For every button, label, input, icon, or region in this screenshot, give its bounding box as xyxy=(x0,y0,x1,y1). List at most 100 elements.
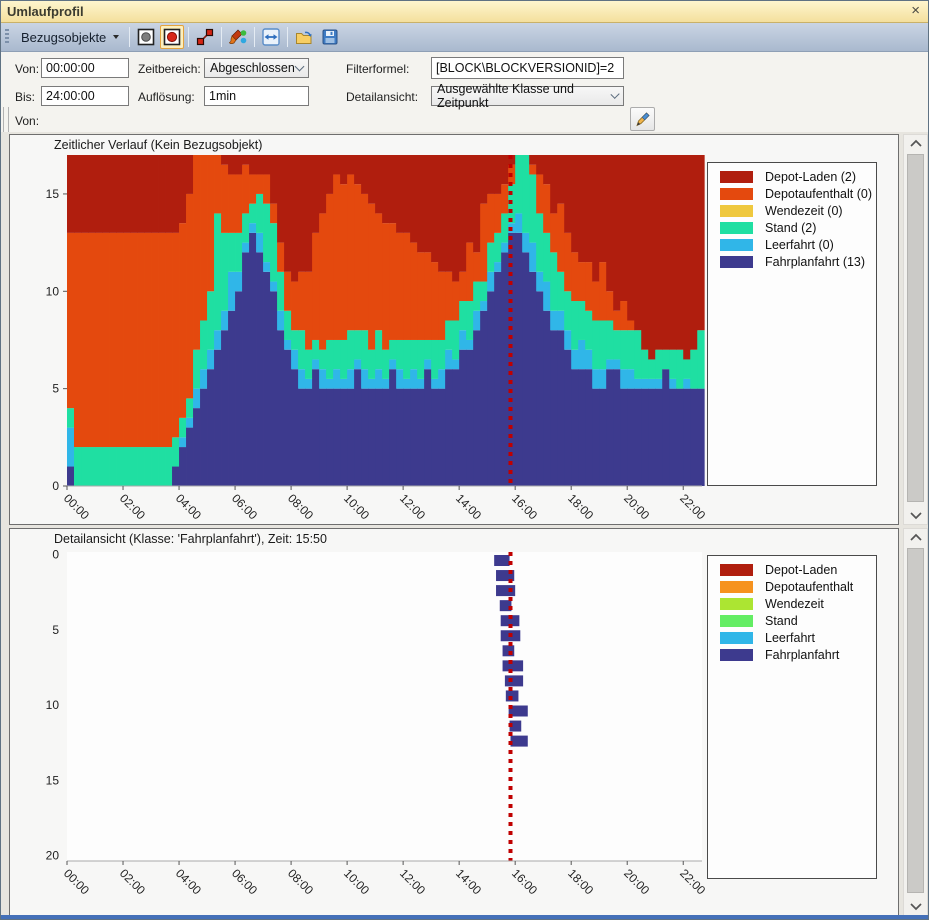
scroll-down-button[interactable] xyxy=(904,898,927,915)
x-tick-label: 06:00 xyxy=(229,491,260,522)
scroll-up-button[interactable] xyxy=(904,529,927,546)
connect-points-button[interactable] xyxy=(193,25,217,49)
bis-label: Bis: xyxy=(15,90,35,104)
x-tick-label: 14:00 xyxy=(453,866,484,897)
legend-label: Leerfahrt xyxy=(765,631,815,645)
legend-label: Depotaufenthalt (0) xyxy=(765,187,872,201)
x-tick-label: 18:00 xyxy=(565,866,596,897)
detailansicht-label: Detailansicht: xyxy=(346,90,418,104)
scroll-thumb[interactable] xyxy=(907,548,924,893)
window-title: Umlaufprofil xyxy=(7,4,84,19)
chevron-up-icon xyxy=(908,138,924,149)
legend-swatch xyxy=(720,581,753,593)
red-circle-icon xyxy=(163,28,181,46)
trip-bar xyxy=(511,736,528,747)
paintbrush-icon xyxy=(229,28,247,46)
legend-swatch xyxy=(720,615,753,627)
bezugsobjekte-button[interactable]: Bezugsobjekte xyxy=(14,27,126,48)
legend-entry: Depotaufenthalt (0) xyxy=(720,185,876,202)
detailansicht-panel: Detailansicht (Klasse: 'Fahrplanfahrt'),… xyxy=(9,528,899,916)
legend-swatch xyxy=(720,171,753,183)
open-folder-icon xyxy=(295,28,313,46)
legend-entry: Wendezeit (0) xyxy=(720,202,876,219)
y-tick-label: 15 xyxy=(46,773,60,787)
toolbar-grip-icon[interactable] xyxy=(5,29,9,45)
scroll-thumb[interactable] xyxy=(907,154,924,502)
x-tick-label: 22:00 xyxy=(677,491,708,522)
legend-entry: Stand (2) xyxy=(720,219,876,236)
legend-entry: Depot-Laden xyxy=(720,561,876,578)
aufloesung-input[interactable] xyxy=(204,86,309,106)
legend-entry: Depot-Laden (2) xyxy=(720,168,876,185)
scroll-up-button[interactable] xyxy=(904,135,927,152)
x-tick-label: 08:00 xyxy=(285,491,316,522)
bezugsobjekte-label: Bezugsobjekte xyxy=(21,30,106,45)
filterformel-edit-button[interactable] xyxy=(630,107,655,131)
zeitbereich-label: Zeitbereich: xyxy=(138,62,201,76)
toolbar-separator xyxy=(287,27,288,47)
x-tick-label: 02:00 xyxy=(117,491,148,522)
chart-title-top: Zeitlicher Verlauf (Kein Bezugsobjekt) xyxy=(54,138,262,152)
x-tick-label: 22:00 xyxy=(677,866,708,897)
legend-entry: Wendezeit xyxy=(720,595,876,612)
legend-entry: Leerfahrt (0) xyxy=(720,236,876,253)
x-tick-label: 00:00 xyxy=(61,491,92,522)
von-label: Von: xyxy=(15,62,39,76)
filterformel-label: Filterformel: xyxy=(346,62,409,76)
von-input[interactable] xyxy=(41,58,129,78)
x-tick-label: 06:00 xyxy=(229,866,260,897)
pencil-icon xyxy=(634,110,652,128)
zeitbereich-select[interactable]: Abgeschlossen xyxy=(204,58,309,78)
style-brush-button[interactable] xyxy=(226,25,250,49)
close-icon[interactable]: × xyxy=(911,2,920,19)
legend-swatch xyxy=(720,205,753,217)
x-tick-label: 16:00 xyxy=(509,866,540,897)
x-tick-label: 12:00 xyxy=(397,491,428,522)
x-tick-label: 08:00 xyxy=(285,866,316,897)
dropdown-caret-icon xyxy=(113,35,119,39)
aufloesung-label: Auflösung: xyxy=(138,90,195,104)
x-tick-label: 04:00 xyxy=(173,866,204,897)
legend-swatch xyxy=(720,598,753,610)
detailansicht-select[interactable]: Ausgewählte Klasse und Zeitpunkt xyxy=(431,86,624,106)
legend-entry: Leerfahrt xyxy=(720,629,876,646)
legend-label: Depot-Laden (2) xyxy=(765,170,856,184)
bis-input[interactable] xyxy=(41,86,129,106)
main-toolbar: Bezugsobjekte xyxy=(1,23,928,52)
scrollbar-top[interactable] xyxy=(903,134,928,525)
scrollbar-bottom[interactable] xyxy=(903,528,928,916)
von-label: Von: xyxy=(15,114,39,128)
open-button[interactable] xyxy=(292,25,316,49)
x-tick-label: 00:00 xyxy=(61,866,92,897)
legend-swatch xyxy=(720,649,753,661)
floppy-disk-icon xyxy=(321,28,339,46)
horizontal-arrows-icon xyxy=(262,28,280,46)
legend-swatch xyxy=(720,222,753,234)
legend-swatch xyxy=(720,256,753,268)
fit-width-button[interactable] xyxy=(259,25,283,49)
trip-bar xyxy=(494,555,509,566)
save-button[interactable] xyxy=(318,25,342,49)
legend-label: Depot-Laden xyxy=(765,563,837,577)
trip-bar xyxy=(503,660,524,671)
legend-label: Depotaufenthalt xyxy=(765,580,853,594)
y-tick-label: 20 xyxy=(46,849,60,863)
legend-label: Fahrplanfahrt (13) xyxy=(765,255,865,269)
filterformel-input[interactable] xyxy=(431,57,624,79)
legend-swatch xyxy=(720,239,753,251)
y-tick-label: 10 xyxy=(46,698,60,712)
legend-label: Wendezeit xyxy=(765,597,824,611)
y-tick-label: 5 xyxy=(52,623,59,637)
trip-bar xyxy=(505,675,523,686)
point-mode-button[interactable] xyxy=(134,25,158,49)
y-tick-label: 0 xyxy=(52,548,59,562)
selected-point-mode-button[interactable] xyxy=(160,25,184,49)
legend-label: Leerfahrt (0) xyxy=(765,238,834,252)
window-titlebar[interactable]: Umlaufprofil × xyxy=(1,1,928,23)
scroll-down-button[interactable] xyxy=(904,507,927,524)
window-bottom-edge xyxy=(1,915,928,919)
legend-swatch xyxy=(720,632,753,644)
legend-bottom: Depot-LadenDepotaufenthaltWendezeitStand… xyxy=(707,555,877,879)
gray-circle-icon xyxy=(137,28,155,46)
toolbar-separator xyxy=(221,27,222,47)
